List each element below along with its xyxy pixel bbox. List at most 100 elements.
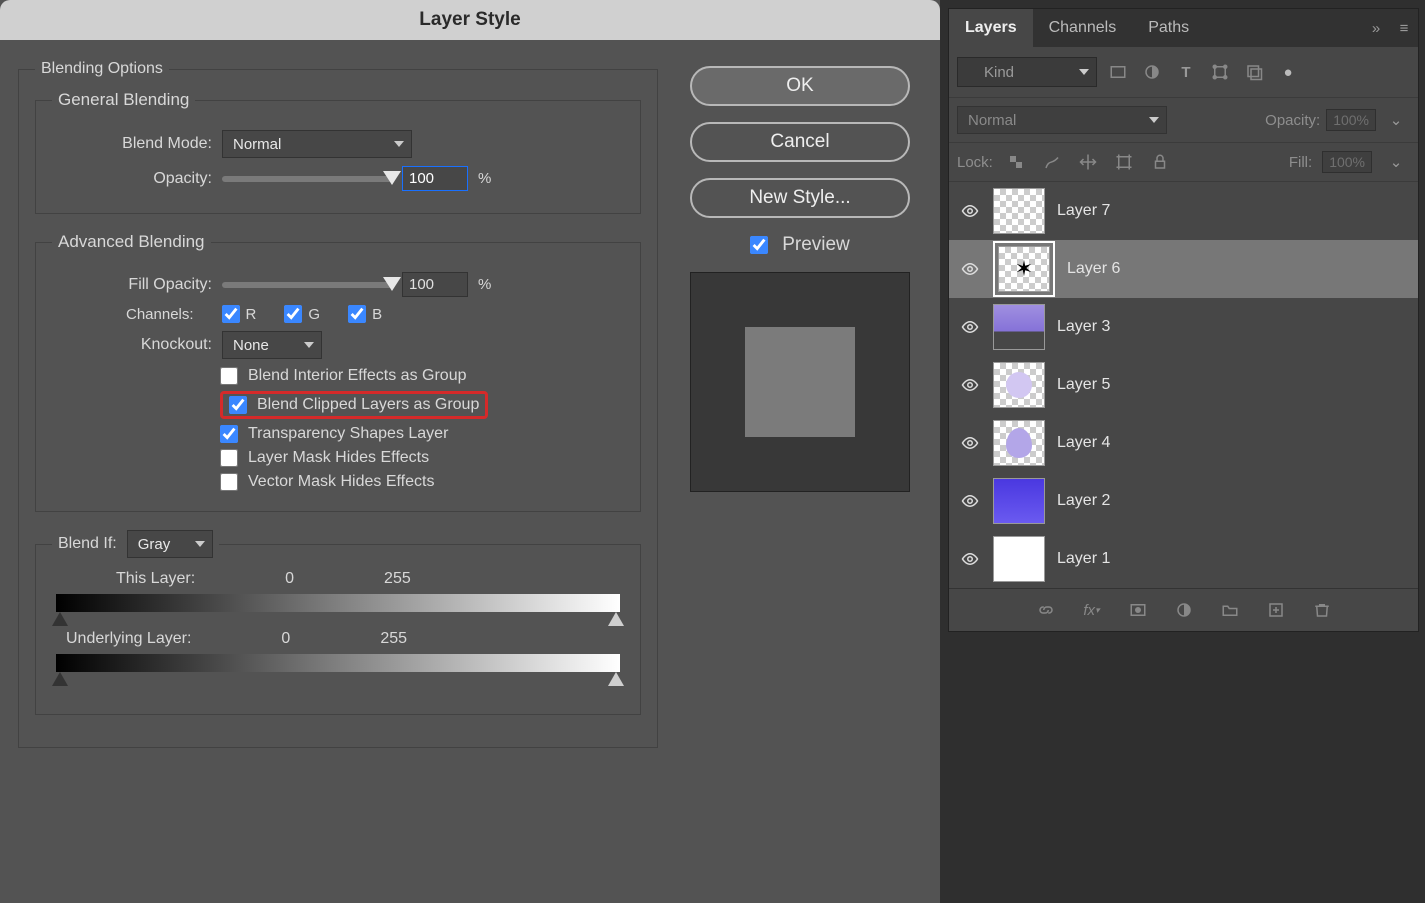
visibility-icon[interactable] — [959, 316, 981, 338]
lock-all-icon[interactable] — [1147, 151, 1173, 173]
layer-name: Layer 6 — [1067, 260, 1120, 278]
cancel-button[interactable]: Cancel — [690, 122, 910, 162]
channel-r-label: R — [246, 306, 257, 323]
tab-layers[interactable]: Layers — [949, 9, 1033, 47]
filter-shape-icon[interactable] — [1207, 61, 1233, 83]
delete-layer-icon[interactable] — [1310, 599, 1334, 621]
blending-options-label: Blending Options — [35, 60, 169, 78]
ok-button[interactable]: OK — [690, 66, 910, 106]
panel-menu-icon[interactable]: ≡ — [1394, 18, 1414, 38]
layer-item[interactable]: Layer 2 — [949, 472, 1418, 530]
layer-name: Layer 2 — [1057, 492, 1110, 510]
layer-opacity-label: Opacity: — [1265, 112, 1320, 129]
opacity-label: Opacity: — [52, 170, 212, 188]
layer-thumbnail[interactable] — [993, 536, 1045, 582]
fill-dropdown-icon[interactable]: ⌄ — [1386, 152, 1406, 172]
blend-mode-select[interactable]: Normal — [222, 130, 412, 158]
general-blending-group: General Blending Blend Mode: Normal Opac… — [35, 90, 641, 214]
underlying-layer-slider[interactable] — [56, 654, 620, 672]
adjustment-layer-icon[interactable] — [1172, 599, 1196, 621]
blend-interior-label: Blend Interior Effects as Group — [248, 367, 466, 385]
layer-thumbnail[interactable] — [993, 478, 1045, 524]
layer-name: Layer 5 — [1057, 376, 1110, 394]
filter-pixel-icon[interactable] — [1105, 61, 1131, 83]
visibility-icon[interactable] — [959, 432, 981, 454]
layer-thumbnail[interactable] — [993, 304, 1045, 350]
visibility-icon[interactable] — [959, 548, 981, 570]
this-layer-low: 0 — [285, 570, 294, 588]
filter-toggle-icon[interactable]: ● — [1275, 61, 1301, 83]
advanced-blending-label: Advanced Blending — [52, 232, 211, 252]
layers-list: Layer 7 ✶ Layer 6 Layer 3 Layer 5 — [949, 182, 1418, 588]
layer-item[interactable]: Layer 4 — [949, 414, 1418, 472]
opacity-dropdown-icon[interactable]: ⌄ — [1386, 110, 1406, 130]
visibility-icon[interactable] — [959, 490, 981, 512]
lock-artboard-icon[interactable] — [1111, 151, 1137, 173]
channel-g-checkbox[interactable] — [284, 305, 302, 323]
channel-r-checkbox[interactable] — [222, 305, 240, 323]
fill-label: Fill: — [1289, 154, 1312, 171]
group-icon[interactable] — [1218, 599, 1242, 621]
tab-paths[interactable]: Paths — [1132, 9, 1205, 47]
new-layer-icon[interactable] — [1264, 599, 1288, 621]
layer-thumbnail[interactable] — [993, 362, 1045, 408]
blend-mode-label: Blend Mode: — [52, 135, 212, 153]
lock-position-icon[interactable] — [1075, 151, 1101, 173]
fill-value[interactable]: 100% — [1322, 151, 1372, 173]
opacity-input[interactable] — [402, 166, 468, 191]
filter-type-icon[interactable]: T — [1173, 61, 1199, 83]
fill-opacity-input[interactable] — [402, 272, 468, 297]
new-style-button[interactable]: New Style... — [690, 178, 910, 218]
link-layers-icon[interactable] — [1034, 599, 1058, 621]
under-low: 0 — [281, 630, 290, 648]
layer-item[interactable]: Layer 7 — [949, 182, 1418, 240]
layer-opacity-value[interactable]: 100% — [1326, 109, 1376, 131]
layer-item[interactable]: ✶ Layer 6 — [949, 240, 1418, 298]
filter-smart-icon[interactable] — [1241, 61, 1267, 83]
layer-item[interactable]: Layer 5 — [949, 356, 1418, 414]
channel-b-label: B — [372, 306, 382, 323]
layer-name: Layer 1 — [1057, 550, 1110, 568]
fill-opacity-slider[interactable] — [222, 282, 392, 288]
lock-label: Lock: — [957, 154, 993, 171]
knockout-select[interactable]: None — [222, 331, 322, 359]
under-white-handle[interactable] — [608, 672, 624, 686]
fill-opacity-label: Fill Opacity: — [52, 276, 212, 294]
layer-name: Layer 7 — [1057, 202, 1110, 220]
layer-style-icon[interactable]: fx▾ — [1080, 599, 1104, 621]
lock-transparent-icon[interactable] — [1003, 151, 1029, 173]
fill-opacity-percent: % — [478, 276, 491, 293]
layer-thumbnail[interactable]: ✶ — [998, 246, 1050, 292]
layer-mask-hides-checkbox[interactable] — [220, 449, 238, 467]
this-layer-black-handle[interactable] — [52, 612, 68, 626]
visibility-icon[interactable] — [959, 258, 981, 280]
blend-clipped-checkbox[interactable] — [229, 396, 247, 414]
blend-interior-checkbox[interactable] — [220, 367, 238, 385]
layer-thumbnail[interactable] — [993, 420, 1045, 466]
tab-channels[interactable]: Channels — [1033, 9, 1133, 47]
blend-if-select[interactable]: Gray — [127, 530, 213, 558]
visibility-icon[interactable] — [959, 374, 981, 396]
preview-checkbox[interactable] — [750, 236, 768, 254]
layer-item[interactable]: Layer 1 — [949, 530, 1418, 588]
filter-adjustment-icon[interactable] — [1139, 61, 1165, 83]
transparency-shapes-checkbox[interactable] — [220, 425, 238, 443]
layer-blend-mode-select[interactable]: Normal — [957, 106, 1167, 134]
layer-thumbnail[interactable] — [993, 188, 1045, 234]
layer-item[interactable]: Layer 3 — [949, 298, 1418, 356]
visibility-icon[interactable] — [959, 200, 981, 222]
blend-if-group: Blend If: Gray This Layer: 0 255 — [35, 530, 641, 715]
this-layer-white-handle[interactable] — [608, 612, 624, 626]
opacity-percent: % — [478, 170, 491, 187]
vector-mask-hides-checkbox[interactable] — [220, 473, 238, 491]
layer-mask-icon[interactable] — [1126, 599, 1150, 621]
opacity-slider[interactable] — [222, 176, 392, 182]
dialog-title: Layer Style — [0, 0, 940, 40]
under-black-handle[interactable] — [52, 672, 68, 686]
panel-expand-icon[interactable]: » — [1366, 18, 1386, 38]
this-layer-slider[interactable] — [56, 594, 620, 612]
layer-style-dialog: Layer Style Blending Options General Ble… — [0, 0, 940, 903]
lock-image-icon[interactable] — [1039, 151, 1065, 173]
channel-b-checkbox[interactable] — [348, 305, 366, 323]
kind-filter-select[interactable]: Kind — [957, 57, 1097, 87]
